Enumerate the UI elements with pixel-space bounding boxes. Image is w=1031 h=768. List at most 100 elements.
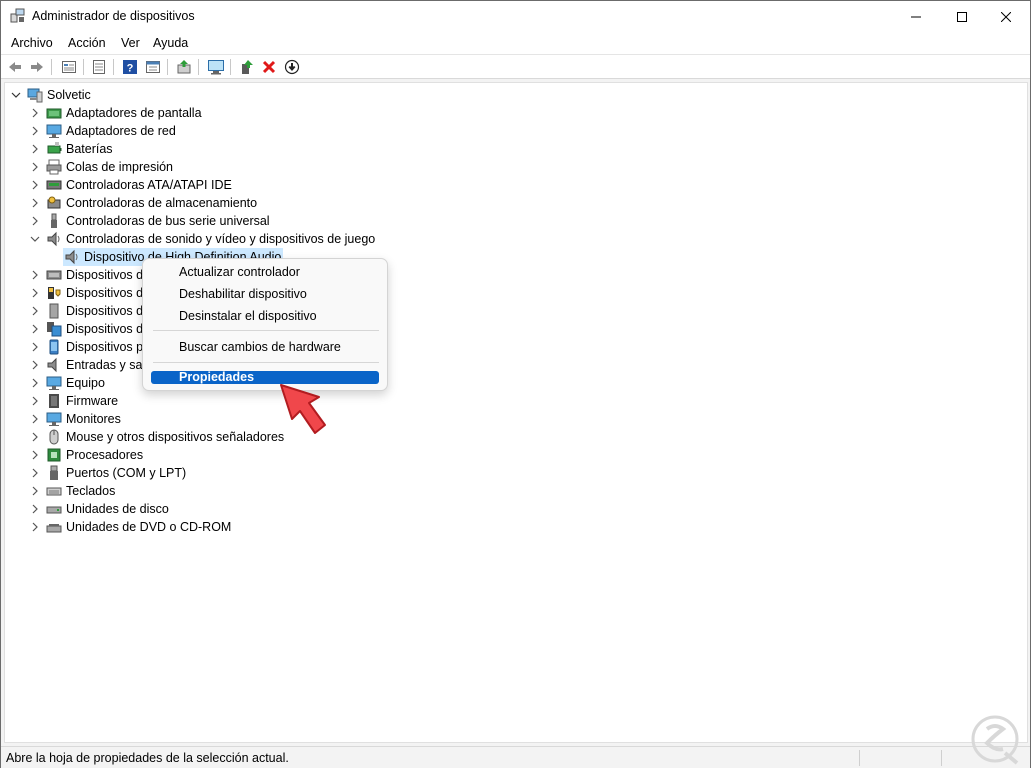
close-button[interactable] — [983, 1, 1029, 32]
tree-category-item[interactable]: Adaptadores de pantalla — [5, 104, 1005, 122]
battery-icon — [47, 142, 62, 154]
chevron-right-icon[interactable] — [29, 500, 41, 518]
chevron-right-icon[interactable] — [29, 428, 41, 446]
ctx-propiedades[interactable]: Propiedades — [179, 370, 254, 384]
toolbar-separator — [51, 59, 52, 75]
monitor-icon — [46, 412, 62, 426]
chevron-right-icon[interactable] — [29, 446, 41, 464]
tree-category-item[interactable]: Puertos (COM y LPT) — [5, 464, 1005, 482]
chevron-right-icon[interactable] — [29, 392, 41, 410]
chevron-right-icon[interactable] — [29, 176, 41, 194]
maximize-icon — [957, 11, 967, 22]
ctx-actualizar-controlador[interactable]: Actualizar controlador — [179, 265, 300, 279]
minimize-button[interactable] — [893, 1, 939, 32]
tree-category-item[interactable]: Firmware — [5, 392, 1005, 410]
context-menu-separator — [153, 330, 379, 331]
back-icon — [9, 62, 21, 72]
chevron-right-icon[interactable] — [29, 410, 41, 428]
list-view-icon — [93, 60, 105, 74]
ide-controller-icon — [46, 180, 62, 190]
toolbar: ? — [1, 54, 1030, 79]
window-title: Administrador de dispositivos — [32, 9, 195, 23]
chevron-right-icon[interactable] — [29, 104, 41, 122]
speaker-icon — [65, 249, 78, 265]
ctx-deshabilitar-dispositivo[interactable]: Deshabilitar dispositivo — [179, 287, 307, 301]
chevron-right-icon[interactable] — [29, 320, 41, 338]
maximize-button[interactable] — [939, 1, 985, 32]
chevron-right-icon[interactable] — [29, 284, 41, 302]
chevron-right-icon[interactable] — [29, 212, 41, 230]
chevron-right-icon[interactable] — [29, 194, 41, 212]
computer-root-icon — [27, 88, 43, 103]
tree-root-solvetic[interactable]: Solvetic — [5, 86, 305, 104]
tree-item-label: Puertos (COM y LPT) — [66, 466, 187, 480]
back-button[interactable] — [6, 58, 24, 76]
tree-category-item[interactable]: Baterías — [5, 140, 1005, 158]
security-device-icon — [48, 287, 61, 299]
chevron-down-icon[interactable] — [10, 86, 22, 104]
tree-category-item[interactable]: Colas de impresión — [5, 158, 1005, 176]
chevron-right-icon[interactable] — [29, 266, 41, 284]
tree-item-label: Controladoras ATA/ATAPI IDE — [66, 178, 232, 192]
speaker-icon — [47, 231, 60, 247]
menu-accion[interactable]: Acción — [68, 36, 106, 50]
properties-view-icon — [62, 61, 76, 73]
tree-category-item[interactable]: Unidades de disco — [5, 500, 1005, 518]
list-view-button[interactable] — [90, 58, 108, 76]
tree-item-label: Baterías — [66, 142, 113, 156]
chevron-right-icon[interactable] — [29, 158, 41, 176]
chevron-right-icon[interactable] — [29, 374, 41, 392]
chevron-right-icon[interactable] — [29, 122, 41, 140]
minimize-icon — [911, 16, 921, 17]
chevron-right-icon[interactable] — [29, 464, 41, 482]
menu-ayuda[interactable]: Ayuda — [153, 36, 188, 50]
computer-icon — [46, 376, 62, 390]
tree-category-item[interactable]: Controladoras de sonido y vídeo y dispos… — [5, 230, 1005, 248]
details-view-button[interactable] — [144, 58, 162, 76]
chevron-right-icon[interactable] — [29, 338, 41, 356]
tree-category-item[interactable]: Controladoras de almacenamiento — [5, 194, 1005, 212]
tree-item-label: Dispositivos de — [66, 286, 151, 300]
chevron-right-icon[interactable] — [29, 482, 41, 500]
menu-archivo[interactable]: Archivo — [11, 36, 53, 50]
tree-root-label: Solvetic — [47, 88, 91, 102]
tree-category-item[interactable]: Teclados — [5, 482, 1005, 500]
ctx-buscar-cambios-hardware[interactable]: Buscar cambios de hardware — [179, 340, 341, 354]
chevron-right-icon[interactable] — [29, 356, 41, 374]
tree-category-item[interactable]: Unidades de DVD o CD-ROM — [5, 518, 1005, 536]
tree-category-item[interactable]: Controladoras ATA/ATAPI IDE — [5, 176, 1005, 194]
chevron-right-icon[interactable] — [29, 518, 41, 536]
menu-ver[interactable]: Ver — [121, 36, 140, 50]
tree-category-item[interactable]: Controladoras de bus serie universal — [5, 212, 1005, 230]
tree-item-label: Equipo — [66, 376, 105, 390]
help-button[interactable]: ? — [121, 58, 139, 76]
mouse-icon — [49, 429, 59, 445]
display-adapter-icon — [46, 108, 62, 119]
tree-item-label: Unidades de disco — [66, 502, 169, 516]
tree-category-item[interactable]: Monitores — [5, 410, 1005, 428]
device-manager-window: Administrador de dispositivos Archivo Ac… — [0, 0, 1031, 768]
scan-hardware-button[interactable] — [207, 58, 225, 76]
disable-icon — [284, 59, 300, 75]
ctx-desinstalar-dispositivo[interactable]: Desinstalar el dispositivo — [179, 309, 317, 323]
chevron-right-icon[interactable] — [29, 140, 41, 158]
disable-button[interactable] — [283, 58, 301, 76]
tree-category-item[interactable]: Mouse y otros dispositivos señaladores — [5, 428, 1005, 446]
toolbar-separator — [167, 59, 168, 75]
tree-item-label: Dispositivos de — [66, 322, 151, 336]
tree-item-label: Firmware — [66, 394, 119, 408]
tree-item-label: Dispositivos de — [66, 304, 151, 318]
update-driver-button[interactable] — [175, 58, 193, 76]
port-icon — [50, 465, 58, 480]
tree-category-item[interactable]: Procesadores — [5, 446, 1005, 464]
tree-category-item[interactable]: Adaptadores de red — [5, 122, 1005, 140]
add-driver-button[interactable] — [238, 58, 256, 76]
uninstall-button[interactable] — [260, 58, 278, 76]
forward-button[interactable] — [28, 58, 46, 76]
chevron-right-icon[interactable] — [29, 302, 41, 320]
properties-view-button[interactable] — [60, 58, 78, 76]
menu-bar: Archivo Acción Ver Ayuda — [1, 32, 1030, 54]
add-driver-icon — [242, 60, 253, 74]
tree-item-label: Colas de impresión — [66, 160, 173, 174]
chevron-down-icon[interactable] — [29, 230, 41, 248]
